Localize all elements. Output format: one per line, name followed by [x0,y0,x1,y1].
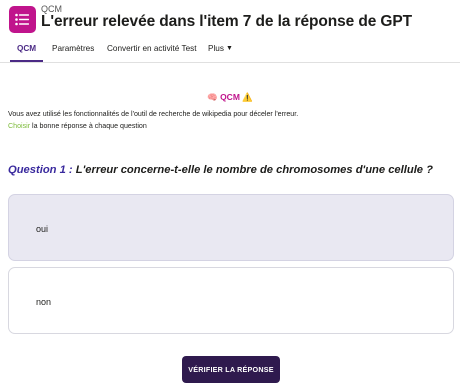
question-body: L'erreur concerne-t-elle le nombre de ch… [72,164,433,176]
chevron-down-icon: ▼ [225,45,233,52]
activity-description-line2: Choisir la bonne réponse à chaque questi… [8,122,147,130]
list-icon-glyph [15,13,29,26]
tab-qcm[interactable]: QCM [17,44,36,53]
tab-plus[interactable]: Plus ▼ [208,44,233,53]
tab-parametres[interactable]: Paramètres [52,44,94,53]
question-text: Question 1 : L'erreur concerne-t-elle le… [8,164,433,176]
answer-label: non [36,297,52,307]
answer-option-oui[interactable]: oui [8,194,454,261]
secondary-navigation: QCM Paramètres Convertir en activité Tes… [0,38,460,63]
verify-answer-button[interactable]: VÉRIFIER LA RÉPONSE [182,356,280,383]
activity-name: 🧠 QCM ⚠️ [0,92,460,103]
tab-convertir-en-test[interactable]: Convertir en activité Test [107,44,197,53]
answer-option-non[interactable]: non [8,267,454,334]
active-tab-indicator [10,60,43,62]
answer-label: oui [36,224,49,234]
list-icon [9,6,36,33]
choisir-keyword: Choisir [8,122,31,130]
activity-description-line1: Vous avez utilisé les fonctionnalités de… [8,110,299,118]
activity-name-text: 🧠 QCM ⚠️ [207,92,253,102]
description-rest: la bonne réponse à chaque question [30,122,147,130]
tab-plus-label: Plus [208,44,224,53]
question-number: Question 1 : [8,164,73,176]
page-header: QCM L'erreur relevée dans l'item 7 de la… [0,0,460,38]
page-title: L'erreur relevée dans l'item 7 de la rép… [41,13,412,30]
